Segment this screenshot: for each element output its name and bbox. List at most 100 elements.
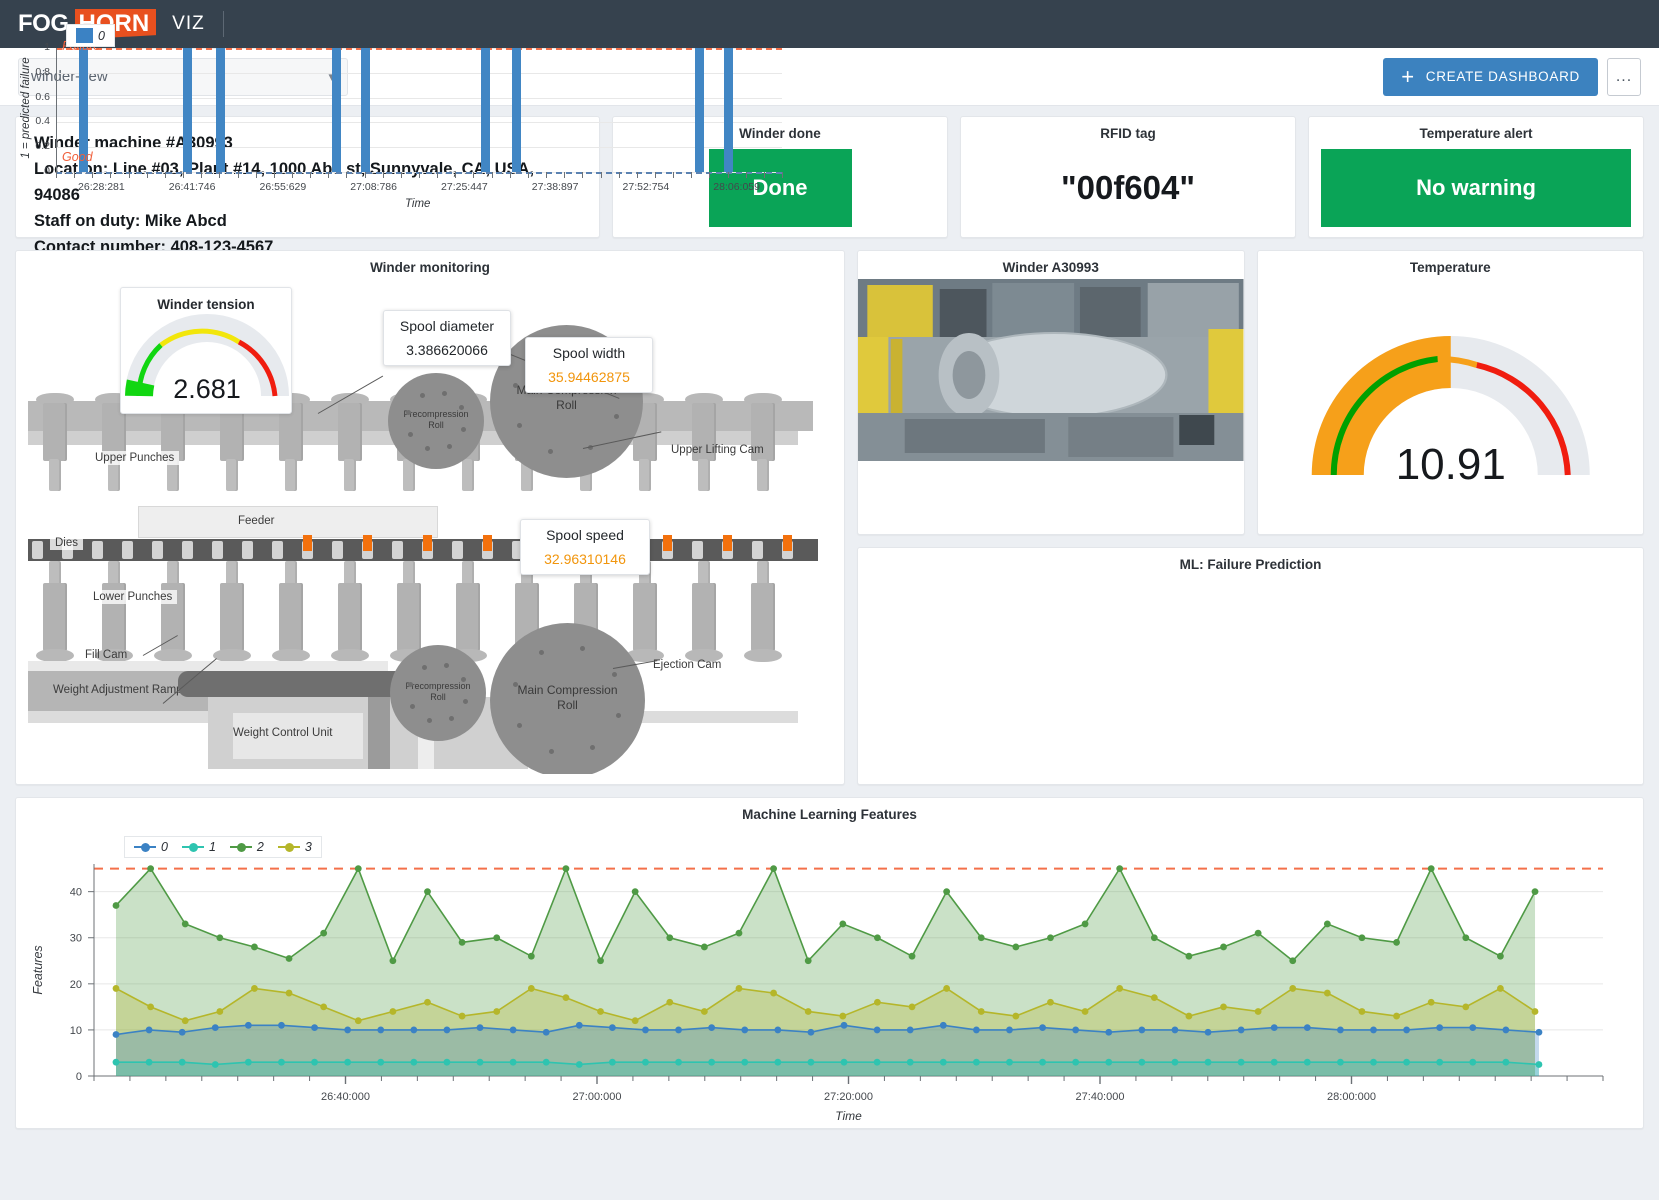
main-row: Winder monitoring Upper Punches Feeder D…: [15, 24, 1644, 785]
series-point-2: [354, 865, 362, 873]
series-point-2: [216, 934, 224, 942]
series-point-0: [608, 1024, 616, 1032]
series-point-3: [597, 1008, 604, 1015]
series-point-2: [597, 957, 604, 965]
series-point-0: [906, 1026, 914, 1034]
legend-swatch: [76, 28, 93, 43]
series-point-1: [939, 1058, 947, 1066]
series-point-1: [873, 1058, 881, 1066]
ml-features-plot: 0 10 20 30 40 26:40:000 27:00:000 27:20:000 27:4…: [16, 818, 1643, 1128]
series-point-0: [1370, 1026, 1377, 1034]
series-point-0: [1469, 1024, 1477, 1032]
series-point-3: [1254, 1008, 1262, 1015]
series-point-0: [1403, 1026, 1410, 1034]
series-point-2: [1531, 888, 1539, 896]
series-point-3: [251, 985, 258, 992]
spool-speed-tooltip: Spool speed 32.96310146: [520, 519, 650, 575]
winder-tension-gauge: Winder tension 2.681: [120, 287, 292, 414]
legend-item: 1: [181, 840, 216, 854]
series-point-3: [631, 1017, 639, 1025]
series-point-0: [509, 1026, 517, 1034]
legend-label: 3: [304, 840, 312, 854]
series-point-2: [320, 929, 328, 937]
series-point-1: [972, 1058, 980, 1066]
series-point-3: [874, 998, 881, 1006]
series-point-1: [476, 1058, 484, 1066]
ml-pred-plot-area: 10.80.60.40.20FailureGood: [35, 39, 783, 178]
series-point-3: [562, 994, 570, 1002]
series-point-3: [1497, 985, 1504, 992]
series-point-2: [1254, 929, 1262, 937]
series-point-2: [1393, 938, 1400, 946]
series-point-3: [320, 1003, 328, 1011]
legend-swatch: [229, 843, 252, 852]
series-point-1: [1270, 1058, 1278, 1066]
series-point-0: [542, 1028, 550, 1036]
series-point-0: [476, 1024, 484, 1032]
spool-width-tooltip: Spool width 35.94462875: [525, 337, 653, 393]
winder-tension-value: 2.681: [173, 374, 241, 404]
series-point-0: [344, 1026, 352, 1034]
series-point-0: [774, 1026, 782, 1034]
series-point-2: [1358, 934, 1366, 942]
series-point-2: [1081, 920, 1089, 928]
legend-item: 0: [134, 840, 168, 854]
series-point-2: [389, 957, 397, 965]
series-point-1: [807, 1058, 815, 1066]
series-point-2: [181, 920, 189, 928]
series-point-2: [458, 938, 466, 946]
series-point-0: [145, 1026, 153, 1034]
series-point-2: [251, 943, 258, 951]
x-tick-label: 26:41:746: [168, 181, 216, 193]
x-tick-label: 27:08:786: [350, 181, 397, 193]
series-point-3: [1289, 985, 1297, 992]
series-point-0: [244, 1021, 252, 1029]
series-point-0: [708, 1024, 716, 1032]
x-tick-marks: [56, 172, 783, 178]
spool-speed-label: Spool speed: [546, 527, 624, 543]
series-point-2: [735, 929, 743, 937]
series-point-2: [1497, 952, 1504, 960]
series-point-0: [112, 1031, 120, 1038]
legend-swatch: [134, 843, 156, 852]
legend-label: 2: [256, 840, 264, 854]
ml-features-legend: 0 1 2 3: [124, 836, 322, 858]
series-point-2: [493, 934, 501, 942]
series-point-1: [1171, 1058, 1179, 1066]
svg-text:10: 10: [70, 1025, 82, 1037]
series-point-0: [178, 1028, 186, 1036]
gridline: [56, 72, 782, 74]
legend-item: 2: [229, 840, 264, 854]
series-point-3: [943, 985, 951, 992]
series-point-1: [708, 1058, 716, 1066]
series-point-2: [562, 865, 570, 873]
x-tick-label: 27:00:000: [573, 1091, 622, 1103]
x-tick-label: 26:55:629: [259, 181, 307, 193]
series-point-3: [770, 989, 777, 997]
series-point-3: [181, 1017, 189, 1025]
x-tick-label: 26:28:281: [78, 181, 125, 193]
series-point-3: [1047, 998, 1054, 1006]
winder-tension-title: Winder tension: [157, 297, 255, 312]
series-point-1: [840, 1058, 848, 1066]
series-point-3: [1185, 1012, 1193, 1020]
x-tick-label: 27:40:000: [1076, 1091, 1125, 1103]
prediction-bar: [215, 48, 225, 172]
legend-label: 0: [161, 840, 168, 854]
series-point-1: [443, 1058, 451, 1066]
ml-pred-ylabel: 1 = predicted failure: [20, 57, 32, 159]
series-point-0: [443, 1026, 451, 1034]
series-point-1: [145, 1058, 153, 1066]
series-point-0: [807, 1028, 815, 1036]
x-tick-label: 27:52:754: [622, 181, 670, 193]
prediction-bar: [511, 48, 521, 172]
series-point-0: [575, 1021, 583, 1029]
series-point-0: [410, 1026, 418, 1034]
series-point-2: [1220, 943, 1227, 951]
series-point-1: [1138, 1058, 1146, 1066]
series-point-0: [1138, 1026, 1146, 1034]
series-point-3: [354, 1017, 362, 1025]
series-point-0: [840, 1021, 848, 1029]
series-point-1: [1502, 1058, 1510, 1066]
series-point-3: [147, 1003, 155, 1011]
